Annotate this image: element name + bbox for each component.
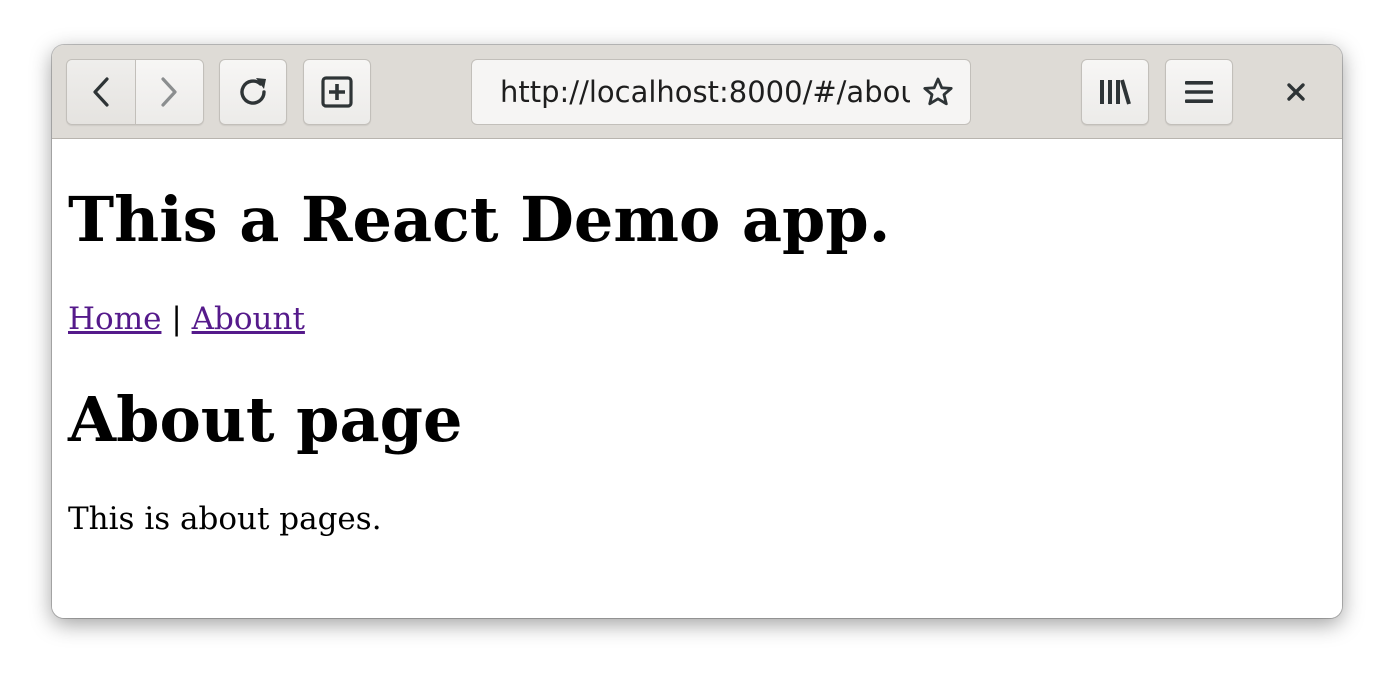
reload-icon: [240, 78, 266, 105]
chevron-right-icon: [161, 77, 177, 107]
page-nav: Home | Abount: [68, 299, 305, 339]
page-title: This a React Demo app.: [68, 183, 891, 256]
reload-button[interactable]: [219, 59, 287, 125]
library-icon: [1100, 79, 1131, 105]
navigation-button-group: [66, 59, 204, 125]
address-bar-url[interactable]: http://localhost:8000/#/about: [500, 60, 910, 124]
hamburger-menu-icon: [1185, 81, 1213, 103]
home-link[interactable]: Home: [68, 301, 161, 337]
address-bar[interactable]: http://localhost:8000/#/about: [471, 59, 971, 125]
section-heading: About page: [68, 383, 463, 456]
forward-button[interactable]: [135, 60, 203, 124]
star-icon[interactable]: [922, 76, 954, 108]
about-paragraph: This is about pages.: [68, 501, 382, 537]
new-tab-button[interactable]: [303, 59, 371, 125]
plus-square-icon: [321, 76, 353, 108]
about-link[interactable]: Abount: [192, 301, 305, 337]
browser-toolbar: http://localhost:8000/#/about: [52, 45, 1342, 139]
chevron-left-icon: [93, 77, 109, 107]
back-button[interactable]: [67, 60, 136, 124]
library-button[interactable]: [1081, 59, 1149, 125]
page-content: This a React Demo app. Home | Abount Abo…: [52, 139, 1342, 618]
nav-separator: |: [171, 301, 182, 337]
menu-button[interactable]: [1165, 59, 1233, 125]
close-window-button[interactable]: [1262, 59, 1330, 125]
close-icon: [1287, 83, 1305, 101]
browser-window: http://localhost:8000/#/about This a Rea…: [52, 45, 1342, 618]
